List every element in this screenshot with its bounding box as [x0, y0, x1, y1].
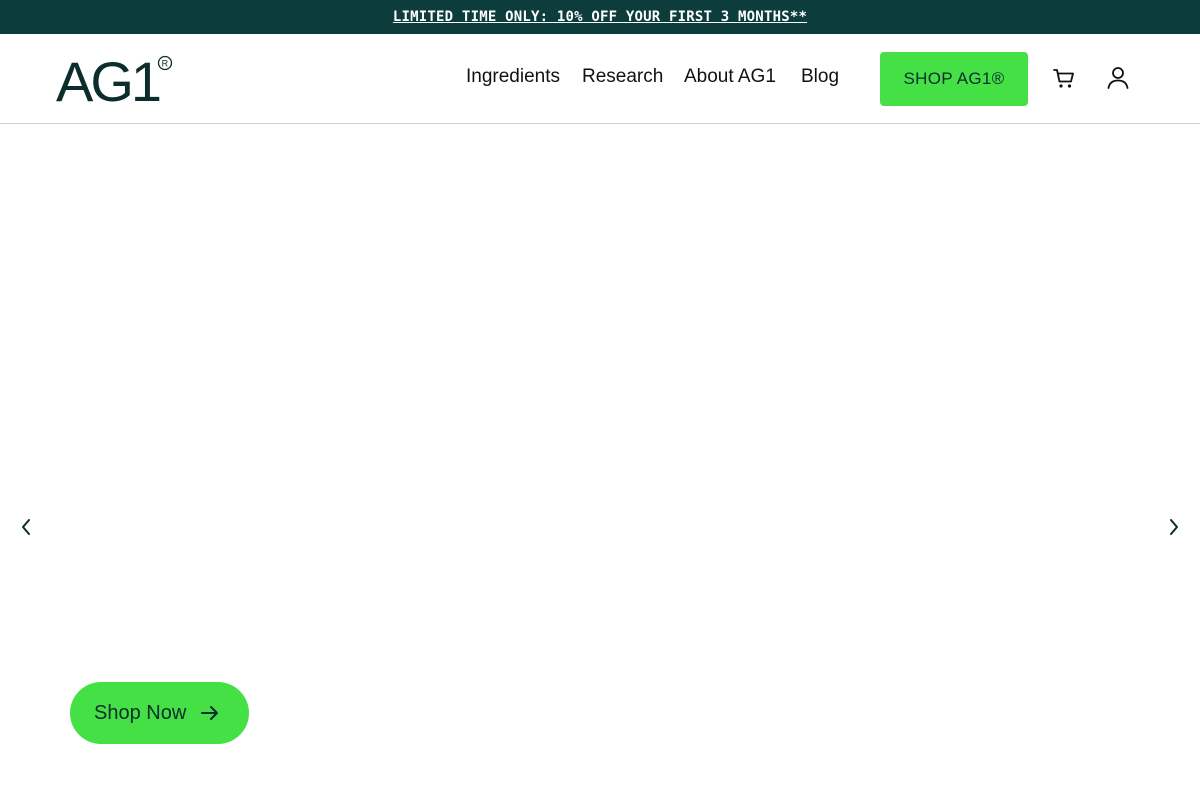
- nav-ingredients[interactable]: Ingredients: [466, 66, 560, 88]
- nav-research[interactable]: Research: [582, 66, 663, 88]
- nav-about[interactable]: About AG1: [684, 66, 776, 88]
- account-icon[interactable]: [1105, 65, 1131, 91]
- logo-wordmark: AG1: [56, 54, 160, 104]
- nav-blog[interactable]: Blog: [801, 66, 839, 88]
- hero-carousel: Shop Now: [0, 124, 1200, 800]
- registered-mark-letter: R: [162, 58, 169, 68]
- site-header: AG1 R Ingredients Research About AG1 Blo…: [0, 34, 1200, 124]
- ag1-logo[interactable]: AG1 R: [56, 54, 174, 104]
- chevron-right-icon[interactable]: [1166, 517, 1182, 537]
- announcement-bar: LIMITED TIME ONLY: 10% OFF YOUR FIRST 3 …: [0, 0, 1200, 34]
- announcement-link[interactable]: LIMITED TIME ONLY: 10% OFF YOUR FIRST 3 …: [393, 9, 807, 25]
- chevron-left-icon[interactable]: [18, 517, 34, 537]
- shop-now-button[interactable]: Shop Now: [70, 682, 249, 744]
- arrow-right-icon: [201, 706, 219, 720]
- shop-now-label: Shop Now: [94, 701, 187, 724]
- cart-icon[interactable]: [1051, 65, 1077, 91]
- shop-ag1-button[interactable]: SHOP AG1®: [880, 52, 1028, 106]
